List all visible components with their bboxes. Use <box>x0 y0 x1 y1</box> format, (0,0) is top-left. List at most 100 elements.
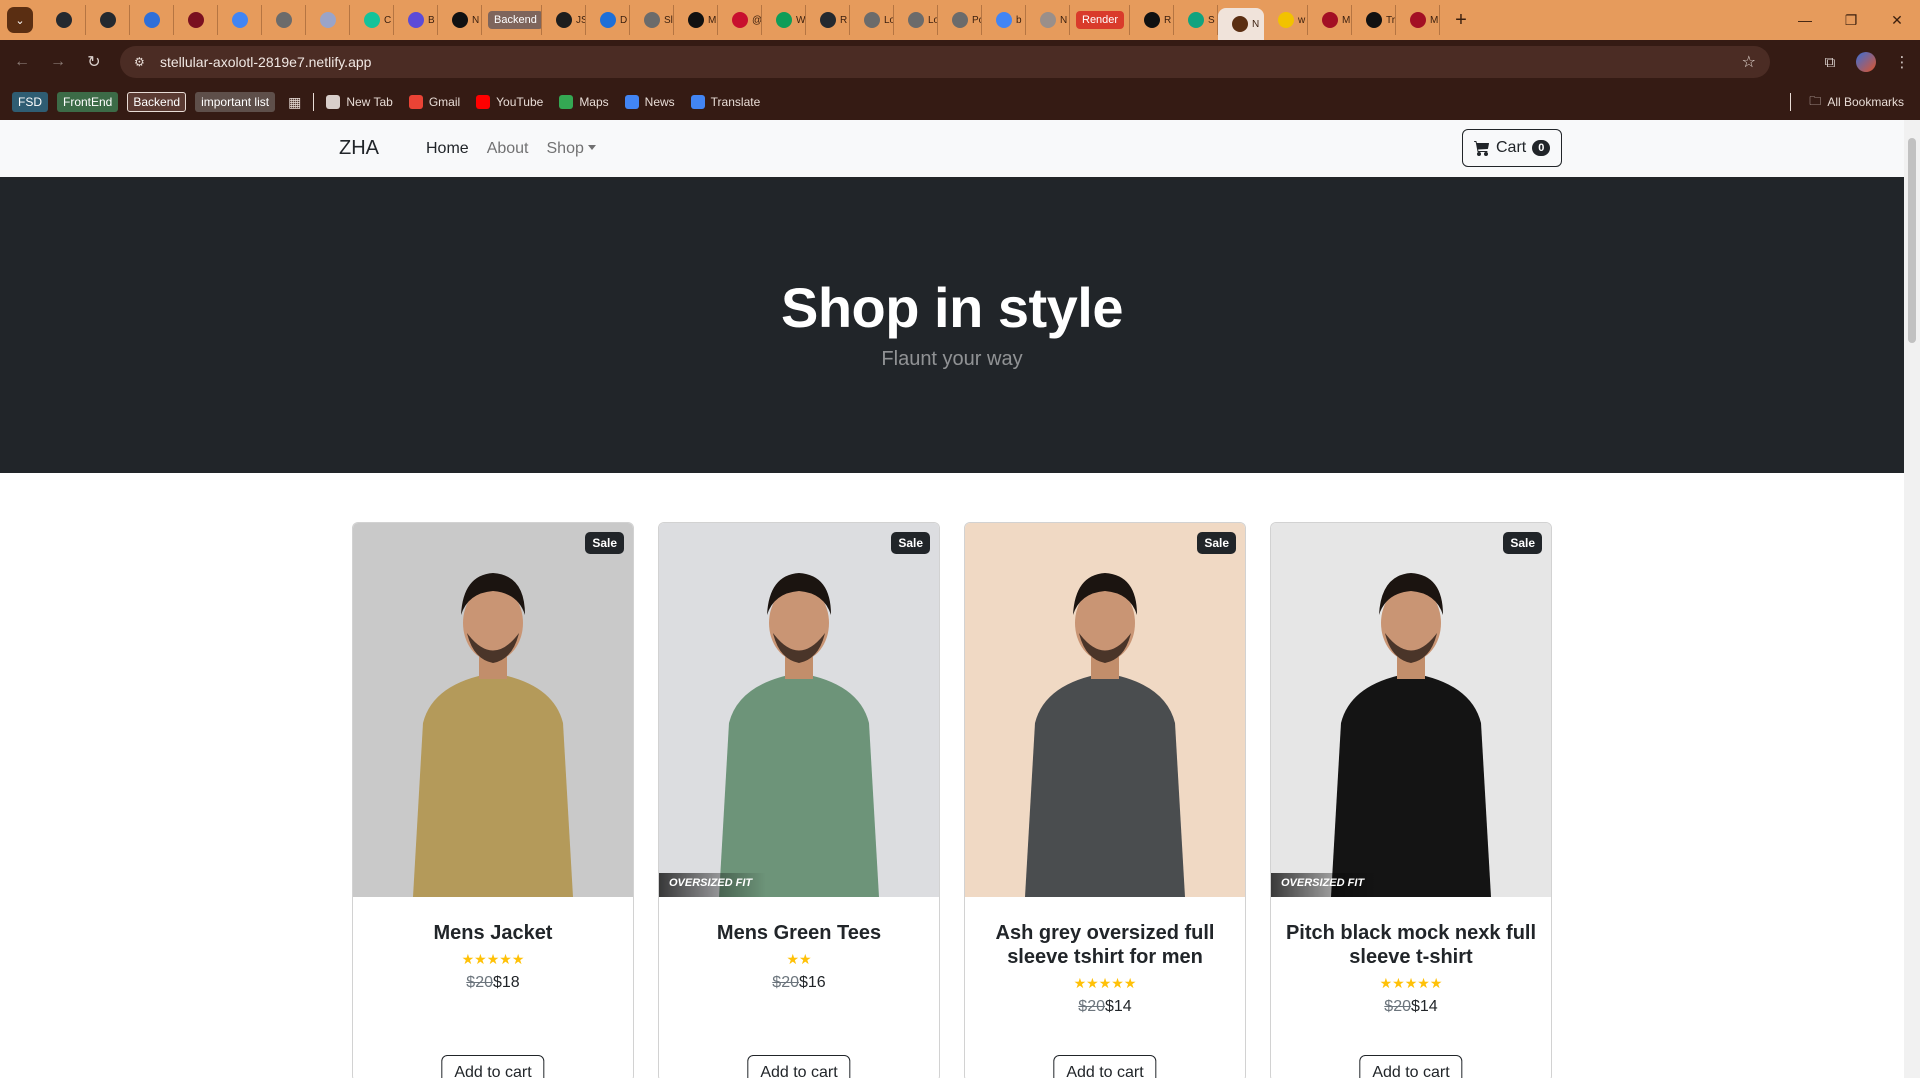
page-scrollbar[interactable] <box>1904 120 1920 1078</box>
browser-tab[interactable]: N <box>438 5 482 35</box>
bookmark-folder-fsd[interactable]: FSD <box>12 92 48 112</box>
browser-tab[interactable]: Render <box>1070 5 1130 35</box>
tab-search-button[interactable]: ⌄ <box>7 7 33 33</box>
extensions-icon[interactable]: ⧉ <box>1812 54 1848 71</box>
browser-tab[interactable] <box>262 5 306 35</box>
back-button[interactable]: ← <box>4 46 40 78</box>
swirl-icon <box>320 12 336 28</box>
bookmark-item[interactable]: New Tab <box>326 95 393 109</box>
bookmark-item[interactable]: News <box>624 95 675 109</box>
bookmark-item[interactable]: Maps <box>559 95 609 109</box>
product-image[interactable]: Sale OVERSIZED FIT <box>1271 523 1551 897</box>
add-to-cart-button[interactable]: Add to cart <box>1053 1055 1157 1078</box>
browser-tab[interactable]: Po <box>938 5 982 35</box>
browser-tab[interactable]: D <box>586 5 630 35</box>
tab-title: S <box>1208 14 1215 26</box>
product-photo <box>1271 523 1551 897</box>
browser-tab[interactable]: S <box>1174 5 1218 35</box>
apps-grid-icon[interactable]: ▦ <box>288 94 301 111</box>
new-tab-button[interactable]: + <box>1448 7 1474 33</box>
browser-tab[interactable]: Sl <box>630 5 674 35</box>
browser-tab[interactable] <box>86 5 130 35</box>
bookmark-folder-backend[interactable]: Backend <box>127 92 187 112</box>
forward-button[interactable]: → <box>40 46 76 78</box>
browser-tab[interactable] <box>174 5 218 35</box>
nav-shop-dropdown[interactable]: Shop <box>547 140 596 158</box>
browser-tab[interactable]: Backend <box>482 5 542 35</box>
tab-title: M <box>1430 14 1439 26</box>
site-info-icon[interactable]: ⚙ <box>134 55 154 69</box>
product-price: $20$14 <box>977 998 1233 1016</box>
minimize-button[interactable]: — <box>1782 0 1828 40</box>
bookmark-folder-frontend[interactable]: FrontEnd <box>57 92 119 112</box>
record-icon <box>188 12 204 28</box>
browser-tab[interactable]: M <box>674 5 718 35</box>
globe-icon <box>276 12 292 28</box>
browser-tab[interactable]: M <box>1308 5 1352 35</box>
add-to-cart-button[interactable]: Add to cart <box>441 1055 545 1078</box>
bookmark-folder-important[interactable]: important list <box>195 92 276 112</box>
product-card: Sale Ash grey oversized full sleeve tshi… <box>964 522 1246 1078</box>
bookmark-item[interactable]: YouTube <box>476 95 543 109</box>
more-menu-icon[interactable]: ⋮ <box>1884 53 1920 71</box>
bookmark-label: Gmail <box>428 95 461 109</box>
browser-tab[interactable] <box>306 5 350 35</box>
gmail-icon <box>408 95 423 109</box>
product-price: $20$16 <box>671 974 927 992</box>
browser-tab[interactable]: R <box>806 5 850 35</box>
browser-tab[interactable]: JS <box>542 5 586 35</box>
add-to-cart-button[interactable]: Add to cart <box>1359 1055 1463 1078</box>
site-navbar: ZHA Home About Shop Cart 0 <box>0 120 1904 177</box>
maps-icon <box>559 95 574 109</box>
profile-avatar[interactable] <box>1856 52 1876 72</box>
browser-tab[interactable]: Tr <box>1352 5 1396 35</box>
browser-tab[interactable]: N✕ <box>1218 8 1264 40</box>
all-bookmarks-button[interactable]: 🗀 All Bookmarks <box>1790 92 1904 113</box>
cart-button[interactable]: Cart 0 <box>1462 129 1563 167</box>
reader-icon <box>732 12 748 28</box>
browser-tab[interactable]: @ <box>718 5 762 35</box>
star-rating-icon: ★★★★★ <box>1379 975 1443 991</box>
brand-link[interactable]: ZHA <box>339 137 379 160</box>
bookmark-star-icon[interactable]: ☆ <box>1742 52 1756 72</box>
bookmark-item[interactable]: Translate <box>690 95 760 109</box>
tab-list: C B N Backend JS D Sl M @ W R Lo Lo Po b N Render R SN✕ w M T… <box>42 0 1440 40</box>
tab-group-label[interactable]: Backend <box>488 11 541 29</box>
url-text[interactable]: stellular-axolotl-2819e7.netlify.app <box>160 54 371 70</box>
nav-links: Home About Shop <box>426 140 596 158</box>
browser-tab[interactable] <box>42 5 86 35</box>
product-image[interactable]: Sale OVERSIZED FIT <box>659 523 939 897</box>
product-image[interactable]: Sale <box>353 523 633 897</box>
tab-group-label[interactable]: Render <box>1076 11 1125 29</box>
leaf-icon <box>776 12 792 28</box>
browser-tab[interactable]: Lo <box>894 5 938 35</box>
tab-title: W <box>796 14 806 26</box>
close-window-button[interactable]: ✕ <box>1874 0 1920 40</box>
product-image[interactable]: Sale <box>965 523 1245 897</box>
browser-tab[interactable]: Lo <box>850 5 894 35</box>
nav-home-link[interactable]: Home <box>426 140 469 158</box>
browser-tab[interactable]: C <box>350 5 394 35</box>
browser-tab[interactable]: W <box>762 5 806 35</box>
reload-button[interactable]: ↻ <box>76 46 112 78</box>
browser-tab[interactable]: b <box>982 5 1026 35</box>
product-photo <box>965 523 1245 897</box>
tab-title: R <box>840 14 848 26</box>
address-bar[interactable]: ⚙ stellular-axolotl-2819e7.netlify.app ☆ <box>120 46 1770 78</box>
product-grid: Sale Mens Jacket ★★★★★ $20$18 Add to car… <box>352 522 1552 1078</box>
product-name: Mens Green Tees <box>716 922 882 944</box>
restore-button[interactable]: ❐ <box>1828 0 1874 40</box>
bookmark-item[interactable]: Gmail <box>408 95 461 109</box>
add-to-cart-button[interactable]: Add to cart <box>747 1055 851 1078</box>
news-icon <box>624 95 639 109</box>
browser-tab[interactable] <box>218 5 262 35</box>
browser-tab[interactable]: w <box>1264 5 1308 35</box>
browser-tab[interactable]: N <box>1026 5 1070 35</box>
tab-title: b <box>1016 14 1022 26</box>
browser-tab[interactable] <box>130 5 174 35</box>
browser-tab[interactable]: B <box>394 5 438 35</box>
browser-tab[interactable]: M <box>1396 5 1440 35</box>
nav-about-link[interactable]: About <box>487 140 529 158</box>
browser-tab[interactable]: R <box>1130 5 1174 35</box>
scrollbar-thumb[interactable] <box>1908 138 1916 343</box>
